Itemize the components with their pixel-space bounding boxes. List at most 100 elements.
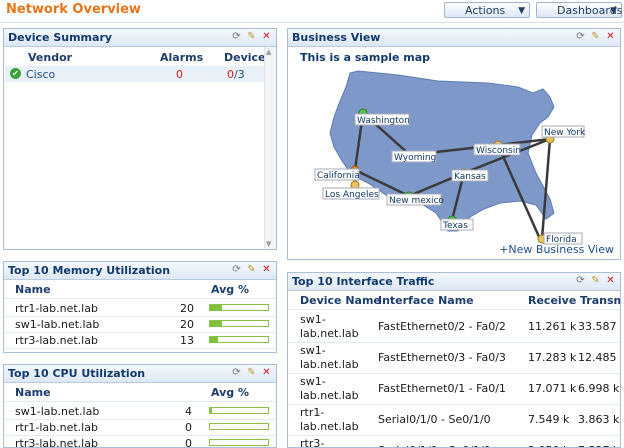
device-name-line2[interactable]: lab.net.lab xyxy=(300,389,359,402)
transmit-value: 33.587 k xyxy=(578,320,620,333)
check-icon: ✔ xyxy=(10,68,21,79)
column-header-interface-name: Interface Name xyxy=(378,294,474,307)
avg-value: 13 xyxy=(180,334,194,347)
business-view-portlet: Business View ⟳✎✕ This is a sample map xyxy=(287,28,621,260)
cpu-utilization-portlet: Top 10 CPU Utilization ⟳ ✎ ✕ Name Avg % sw… xyxy=(3,364,277,448)
device-name-line1[interactable]: rtr3- xyxy=(300,437,324,447)
table-row[interactable]: sw1-lab.net.lab 20 xyxy=(4,316,276,332)
column-header-vendor: Vendor xyxy=(28,51,73,64)
table-row[interactable]: ✔ Cisco 0 0/3 xyxy=(5,66,264,82)
city-label: Wisconsin xyxy=(476,146,521,156)
edit-icon[interactable]: ✎ xyxy=(246,31,257,42)
column-header-name: Name xyxy=(15,386,51,399)
utilization-bar xyxy=(209,304,269,311)
portlet-header: Business View ⟳ ✎ ✕ xyxy=(288,29,620,47)
device-name-line1[interactable]: rtr1- xyxy=(300,406,324,419)
table-row[interactable]: rtr3-lab.net.lab 0 xyxy=(4,435,276,447)
avg-value: 4 xyxy=(185,405,192,418)
new-business-view-link[interactable]: +New Business View xyxy=(499,243,614,256)
table-row[interactable]: sw1-lab.net.lab 4 xyxy=(4,403,276,419)
actions-dropdown[interactable]: Actions ▼ xyxy=(444,2,530,18)
avg-value: 20 xyxy=(180,302,194,315)
column-header-name: Name xyxy=(15,283,51,296)
interface-name[interactable]: FastEthernet0/3 - Fa0/3 xyxy=(378,351,506,364)
scroll-up-icon[interactable]: ▲ xyxy=(266,48,271,56)
table-row[interactable]: rtr1-lab.net.lab 20 xyxy=(4,300,276,316)
actions-label: Actions xyxy=(465,4,506,17)
table-row[interactable]: sw1- lab.net.lab FastEthernet0/2 - Fa0/2 11… xyxy=(288,311,620,342)
portlet-title: Device Summary xyxy=(8,31,113,44)
refresh-icon[interactable]: ⟳ xyxy=(575,275,586,286)
table-row[interactable]: rtr3- Serial0/1/0 - Se0/1/0 2.050 k 7.527 k xyxy=(288,435,620,447)
scroll-down-icon[interactable]: ▼ xyxy=(266,240,271,248)
memory-utilization-portlet: Top 10 Memory Utilization ⟳ ✎ ✕ Name Avg %… xyxy=(3,261,277,353)
refresh-icon[interactable]: ⟳ xyxy=(575,31,586,42)
device-name[interactable]: rtr1-lab.net.lab xyxy=(15,421,98,434)
close-icon[interactable]: ✕ xyxy=(605,31,616,42)
city-label: New York xyxy=(544,128,586,138)
transmit-value: 7.527 k xyxy=(578,444,619,447)
column-header-avg: Avg % xyxy=(211,283,250,296)
table-row[interactable]: sw1- lab.net.lab FastEthernet0/3 - Fa0/3 17… xyxy=(288,342,620,373)
close-icon[interactable]: ✕ xyxy=(261,367,272,378)
portlet-title: Top 10 Interface Traffic xyxy=(292,275,435,288)
table-row[interactable]: rtr1- lab.net.lab Serial0/1/0 - Se0/1/0 7.5… xyxy=(288,404,620,435)
device-name[interactable]: rtr1-lab.net.lab xyxy=(15,302,98,315)
business-map[interactable]: Washington Wyoming Wisconsin New York Ca… xyxy=(288,63,620,245)
table-row[interactable]: rtr1-lab.net.lab 0 xyxy=(4,419,276,435)
receive-value: 2.050 k xyxy=(528,444,569,447)
city-label: Los Angeles xyxy=(325,190,379,200)
portlet-title: Top 10 Memory Utilization xyxy=(8,264,171,277)
refresh-icon[interactable]: ⟳ xyxy=(231,264,242,275)
edit-icon[interactable]: ✎ xyxy=(590,275,601,286)
dashboards-dropdown[interactable]: Dashboards ▼ xyxy=(536,2,622,18)
interface-name[interactable]: FastEthernet0/2 - Fa0/2 xyxy=(378,320,506,333)
devices-up: 0 xyxy=(227,68,234,81)
refresh-icon[interactable]: ⟳ xyxy=(231,367,242,378)
vendor-link[interactable]: Cisco xyxy=(26,68,55,81)
device-name[interactable]: sw1-lab.net.lab xyxy=(15,405,99,418)
device-name-line2[interactable]: lab.net.lab xyxy=(300,327,359,340)
device-name-line1[interactable]: sw1- xyxy=(300,375,326,388)
portlet-header: Device Summary ⟳ ✎ ✕ xyxy=(4,29,276,47)
portlet-header: Top 10 Memory Utilization ⟳ ✎ ✕ xyxy=(4,262,276,280)
device-name-line2[interactable]: lab.net.lab xyxy=(300,420,359,433)
avg-value: 0 xyxy=(185,421,192,434)
refresh-icon[interactable]: ⟳ xyxy=(231,31,242,42)
device-name[interactable]: sw1-lab.net.lab xyxy=(15,318,99,331)
column-header-transmit: Transmit xyxy=(580,294,620,307)
device-name-line1[interactable]: sw1- xyxy=(300,313,326,326)
interface-name[interactable]: FastEthernet0/1 - Fa0/1 xyxy=(378,382,506,395)
device-name-line1[interactable]: sw1- xyxy=(300,344,326,357)
receive-value: 17.283 k xyxy=(528,351,577,364)
portlet-header: Top 10 CPU Utilization ⟳ ✎ ✕ xyxy=(4,365,276,383)
city-label: Kansas xyxy=(454,172,486,182)
portlet-title: Top 10 CPU Utilization xyxy=(8,367,146,380)
alarms-count[interactable]: 0 xyxy=(176,68,183,81)
interface-name[interactable]: Serial0/1/0 - Se0/1/0 xyxy=(378,413,491,426)
close-icon[interactable]: ✕ xyxy=(605,275,616,286)
device-name[interactable]: rtr3-lab.net.lab xyxy=(15,334,98,347)
device-name-line2[interactable]: lab.net.lab xyxy=(300,358,359,371)
city-label: Texas xyxy=(442,221,468,231)
vertical-scrollbar[interactable]: ▲ ▼ xyxy=(264,47,276,249)
page-title: Network Overview xyxy=(6,2,141,17)
device-name[interactable]: rtr3-lab.net.lab xyxy=(15,437,98,447)
receive-value: 17.071 k xyxy=(528,382,577,395)
city-label: Wyoming xyxy=(394,153,436,163)
edit-icon[interactable]: ✎ xyxy=(590,31,601,42)
interface-name[interactable]: Serial0/1/0 - Se0/1/0 xyxy=(378,444,491,447)
transmit-value: 12.485 k xyxy=(578,351,620,364)
utilization-bar xyxy=(209,423,269,430)
table-row[interactable]: sw1- lab.net.lab FastEthernet0/1 - Fa0/1 17… xyxy=(288,373,620,404)
utilization-bar-fill xyxy=(210,321,222,326)
table-row[interactable]: rtr3-lab.net.lab 13 xyxy=(4,332,276,348)
edit-icon[interactable]: ✎ xyxy=(246,264,257,275)
close-icon[interactable]: ✕ xyxy=(261,31,272,42)
close-icon[interactable]: ✕ xyxy=(261,264,272,275)
edit-icon[interactable]: ✎ xyxy=(246,367,257,378)
devices-count[interactable]: 0/3 xyxy=(227,68,245,81)
portlet-header: Top 10 Interface Traffic ⟳ ✎ ✕ xyxy=(288,273,620,291)
transmit-value: 6.998 k xyxy=(578,382,620,395)
utilization-bar xyxy=(209,320,269,327)
